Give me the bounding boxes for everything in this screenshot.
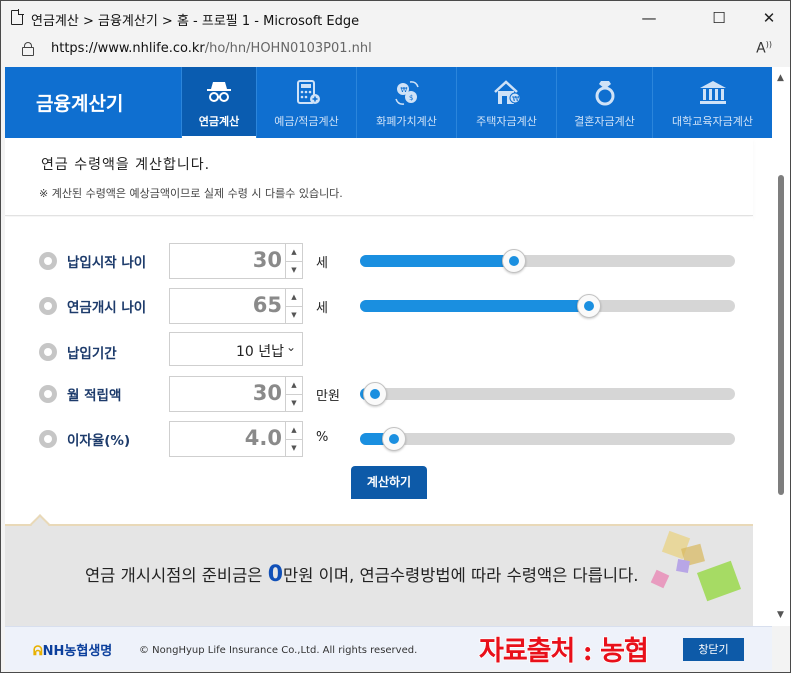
pension-form: 납입시작 나이 30 ▲ ▼ 세 연금개시 나이 65 ▲ ▼ 세 납입기간 1… xyxy=(5,217,753,527)
intro-heading: 연금 수령액을 계산합니다. xyxy=(41,157,211,173)
tab-wedding[interactable]: 결혼자금계산 xyxy=(556,67,652,138)
intro-note: ※ 계산된 수령액은 예상금액이므로 실제 수령 시 다를수 있습니다. xyxy=(39,187,343,200)
start-age-value: 30 xyxy=(252,248,282,272)
decrement-button[interactable]: ▼ xyxy=(286,394,302,411)
result-amount: 0 xyxy=(267,562,284,587)
university-icon xyxy=(699,81,726,104)
monthly-value: 30 xyxy=(252,381,282,405)
document-icon xyxy=(11,9,24,25)
tab-pension[interactable]: 연금계산 xyxy=(181,67,256,138)
pension-age-slider[interactable] xyxy=(360,294,735,318)
result-message: 연금 개시시점의 준비금은 0만원 이며, 연금수령방법에 따라 수령액은 다릅… xyxy=(85,562,639,587)
period-value: 10 년납 xyxy=(236,344,285,360)
start-age-unit: 세 xyxy=(316,256,328,271)
person-icon xyxy=(39,252,57,270)
svg-text:₩: ₩ xyxy=(512,95,519,103)
period-label: 납입기간 xyxy=(39,342,117,362)
close-window-button[interactable]: ✕ xyxy=(749,5,789,31)
result-panel: 연금 개시시점의 준비금은 0만원 이며, 연금수령방법에 따라 수령액은 다릅… xyxy=(5,514,753,626)
brand-title: 금융계산기 xyxy=(36,93,124,115)
increment-button[interactable]: ▲ xyxy=(286,289,302,306)
decrement-button[interactable]: ▼ xyxy=(286,439,302,456)
increment-button[interactable]: ▲ xyxy=(286,422,302,439)
browser-window: 연금계산 > 금융계산기 > 홈 - 프로필 1 - Microsoft Edg… xyxy=(0,0,791,673)
decorative-square xyxy=(650,569,670,589)
rate-input[interactable]: 4.0 ▲ ▼ xyxy=(169,421,303,457)
tab-currency[interactable]: ₩ $ 화폐가치계산 xyxy=(356,67,456,138)
increment-button[interactable]: ▲ xyxy=(286,244,302,261)
close-popup-button[interactable]: 창닫기 xyxy=(683,638,744,661)
slider-handle[interactable] xyxy=(381,427,406,451)
rate-slider[interactable] xyxy=(360,427,735,451)
slider-handle[interactable] xyxy=(576,294,601,318)
maximize-button[interactable]: ☐ xyxy=(699,5,739,31)
slider-handle[interactable] xyxy=(363,382,387,406)
decorative-square xyxy=(676,559,690,573)
rate-unit: % xyxy=(316,430,329,445)
svg-text:$: $ xyxy=(409,94,413,102)
tab-label: 대학교육자금계산 xyxy=(672,115,753,128)
calculator-nav: 금융계산기 연금계산 예금/적금계산 ₩ $ 화폐가치계산 ₩ 주택자금계산 결… xyxy=(5,67,772,138)
slider-handle[interactable] xyxy=(501,249,526,273)
footer: ᕱNH농협생명 © NongHyup Life Insurance Co.,Lt… xyxy=(5,626,772,670)
heart-icon xyxy=(39,343,57,361)
svg-text:₩: ₩ xyxy=(400,86,407,94)
start-age-slider[interactable] xyxy=(360,249,735,273)
scrollbar-thumb[interactable] xyxy=(778,175,784,495)
house-icon: ₩ xyxy=(493,80,520,104)
decrement-button[interactable]: ▼ xyxy=(286,306,302,323)
nh-logo: ᕱNH농협생명 xyxy=(33,644,113,659)
clock-icon xyxy=(39,297,57,315)
read-aloud-icon[interactable]: A)) xyxy=(756,40,772,57)
pension-age-value: 65 xyxy=(252,293,282,317)
scroll-down-arrow[interactable]: ▼ xyxy=(777,610,784,620)
url-text[interactable]: https://www.nhlife.co.kr/ho/hn/HOHN0103P… xyxy=(51,41,372,56)
scroll-up-arrow[interactable]: ▲ xyxy=(777,73,784,83)
start-age-label: 납입시작 나이 xyxy=(39,251,146,271)
tab-label: 결혼자금계산 xyxy=(574,115,635,128)
tab-housing[interactable]: ₩ 주택자금계산 xyxy=(456,67,556,138)
pension-age-unit: 세 xyxy=(316,301,328,316)
tab-label: 화폐가치계산 xyxy=(376,115,437,128)
decrement-button[interactable]: ▼ xyxy=(286,261,302,278)
tab-label: 연금계산 xyxy=(198,115,240,128)
period-select[interactable]: 10 년납 ⌄ xyxy=(169,332,303,366)
source-watermark: 자료출처 : 농협 xyxy=(478,635,649,668)
calculator-icon xyxy=(296,80,320,104)
monthly-label: 월 적립액 xyxy=(39,384,121,404)
tab-education[interactable]: 대학교육자금계산 xyxy=(652,67,772,138)
minimize-button[interactable]: — xyxy=(629,5,669,31)
calculate-button[interactable]: 계산하기 xyxy=(351,466,427,499)
window-title: 연금계산 > 금융계산기 > 홈 - 프로필 1 - Microsoft Edg… xyxy=(31,14,360,29)
monthly-unit: 만원 xyxy=(316,389,340,404)
lock-icon[interactable] xyxy=(22,42,34,56)
intro-section: 연금 수령액을 계산합니다. ※ 계산된 수령액은 예상금액이므로 실제 수령 … xyxy=(5,138,753,216)
pension-age-input[interactable]: 65 ▲ ▼ xyxy=(169,288,303,324)
tab-label: 예금/적금계산 xyxy=(274,115,339,128)
pension-age-label: 연금개시 나이 xyxy=(39,296,146,316)
copyright-text: © NongHyup Life Insurance Co.,Ltd. All r… xyxy=(139,645,418,656)
title-bar: 연금계산 > 금융계산기 > 홈 - 프로필 1 - Microsoft Edg… xyxy=(1,1,790,35)
currency-exchange-icon: ₩ $ xyxy=(394,81,419,105)
coins-icon xyxy=(39,385,57,403)
tab-savings[interactable]: 예금/적금계산 xyxy=(256,67,356,138)
increment-button[interactable]: ▲ xyxy=(286,377,302,394)
rate-label: 이자율(%) xyxy=(39,429,130,449)
ring-icon xyxy=(595,81,614,106)
decorative-square xyxy=(696,560,742,602)
monthly-input[interactable]: 30 ▲ ▼ xyxy=(169,376,303,412)
won-coin-icon xyxy=(39,430,57,448)
start-age-input[interactable]: 30 ▲ ▼ xyxy=(169,243,303,279)
page-content: 금융계산기 연금계산 예금/적금계산 ₩ $ 화폐가치계산 ₩ 주택자금계산 결… xyxy=(5,67,772,670)
rate-value: 4.0 xyxy=(244,426,282,450)
spy-glasses-icon xyxy=(207,82,231,102)
scrollbar[interactable]: ▲ ▼ xyxy=(772,67,790,626)
chevron-down-icon: ⌄ xyxy=(285,340,296,354)
tab-label: 주택자금계산 xyxy=(476,115,537,128)
address-bar[interactable]: https://www.nhlife.co.kr/ho/hn/HOHN0103P… xyxy=(1,35,790,63)
monthly-slider[interactable] xyxy=(360,382,735,406)
